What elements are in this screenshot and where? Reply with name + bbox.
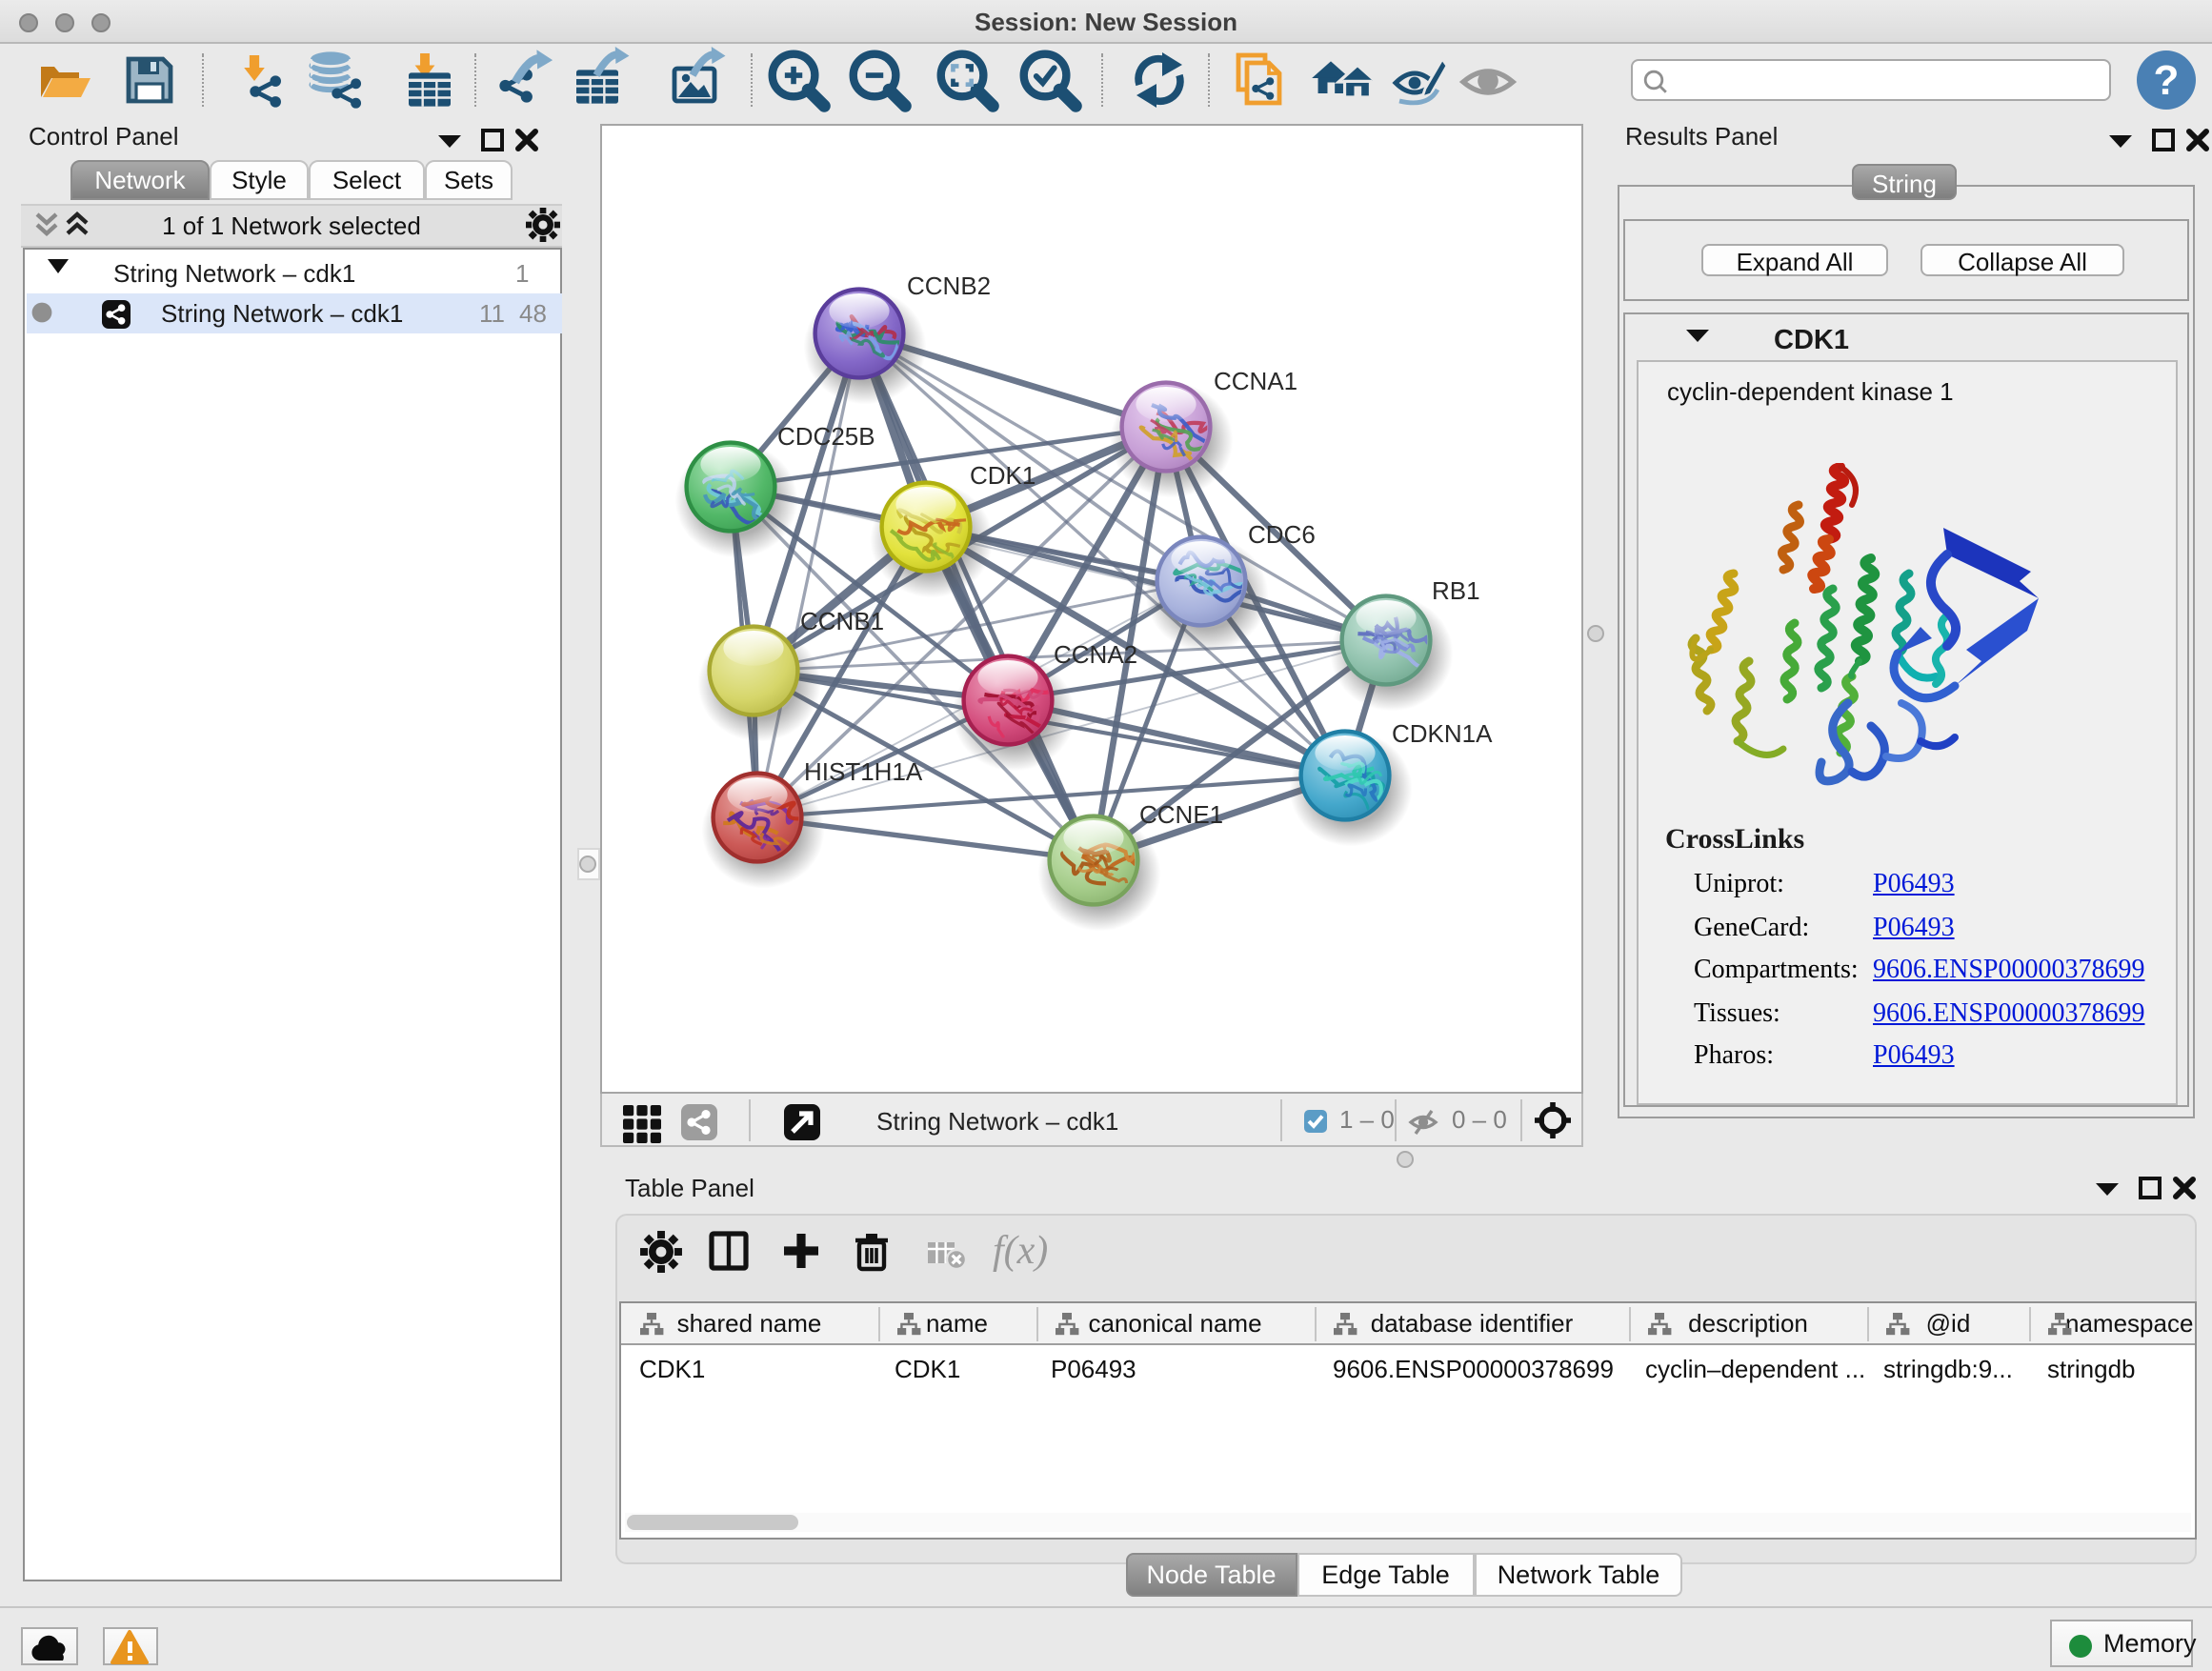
svg-text:CCNB1: CCNB1 (800, 606, 884, 634)
svg-text:CCNA1: CCNA1 (1214, 366, 1297, 394)
svg-text:CCNE1: CCNE1 (1139, 799, 1223, 828)
svg-text:CDC25B: CDC25B (777, 421, 875, 450)
svg-text:HIST1H1A: HIST1H1A (804, 756, 923, 785)
svg-text:CDC6: CDC6 (1248, 519, 1316, 548)
svg-text:RB1: RB1 (1432, 575, 1480, 604)
svg-text:CDKN1A: CDKN1A (1392, 718, 1493, 747)
svg-text:CCNB2: CCNB2 (907, 271, 991, 299)
svg-text:CCNA2: CCNA2 (1054, 639, 1137, 668)
svg-text:CDK1: CDK1 (970, 460, 1036, 489)
svg-text:?: ? (2154, 57, 2180, 104)
